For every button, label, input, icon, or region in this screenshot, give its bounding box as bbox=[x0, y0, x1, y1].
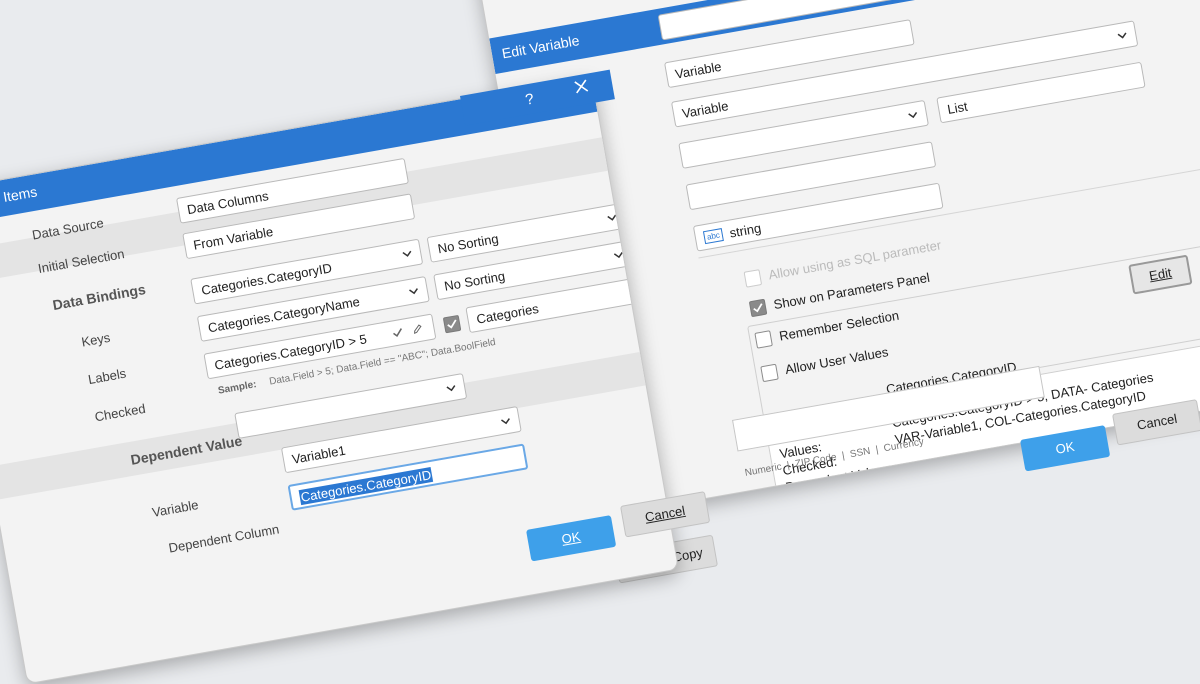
checked-label: Checked bbox=[93, 400, 147, 425]
variable-label: Variable bbox=[150, 497, 200, 520]
variable-name-value: Variable bbox=[673, 58, 723, 82]
variable-value: Variable1 bbox=[290, 442, 347, 467]
check-icon bbox=[447, 319, 457, 329]
sample-label: Sample: bbox=[217, 379, 258, 397]
keys-value: Categories.CategoryID bbox=[200, 260, 333, 299]
data-type-value: string bbox=[728, 220, 763, 241]
string-type-icon: abc bbox=[702, 228, 724, 245]
chevron-down-icon bbox=[501, 418, 510, 425]
allow-user-values-checkbox[interactable] bbox=[760, 363, 779, 383]
chevron-down-icon bbox=[1117, 32, 1127, 39]
variable-alias-value: Variable bbox=[680, 98, 730, 122]
checked-column-checkbox[interactable] bbox=[442, 314, 462, 334]
dependent-column-value: Categories.CategoryID bbox=[298, 466, 434, 506]
keys-label: Keys bbox=[80, 329, 112, 350]
chevron-down-icon bbox=[607, 214, 617, 221]
chevron-down-icon bbox=[446, 385, 456, 392]
keys-sort-value: No Sorting bbox=[436, 230, 500, 257]
show-panel-checkbox[interactable] bbox=[748, 298, 768, 318]
dependent-column-label: Dependent Column bbox=[167, 521, 281, 556]
items-title: Items bbox=[1, 183, 39, 206]
labels-sort-value: No Sorting bbox=[443, 268, 507, 294]
edit-variable-title: Edit Variable bbox=[500, 32, 581, 62]
chevron-down-icon bbox=[908, 112, 918, 119]
close-icon[interactable] bbox=[572, 77, 591, 96]
chevron-down-icon bbox=[402, 250, 412, 257]
remember-selection-checkbox[interactable] bbox=[754, 330, 773, 349]
variable-type-value: List bbox=[946, 98, 969, 117]
check-icon bbox=[753, 303, 763, 313]
items-dialog: Items Data Source Initial Selection Data… bbox=[0, 75, 680, 684]
checked-column-value: Categories bbox=[475, 300, 540, 327]
sql-param-checkbox[interactable] bbox=[743, 269, 763, 288]
chevron-down-icon bbox=[409, 288, 418, 295]
chevron-down-icon bbox=[613, 252, 623, 259]
labels-label: Labels bbox=[86, 365, 128, 388]
pencil-icon[interactable] bbox=[410, 322, 424, 336]
data-bindings-heading: Data Bindings bbox=[51, 280, 147, 314]
apply-check-icon[interactable] bbox=[391, 326, 405, 340]
